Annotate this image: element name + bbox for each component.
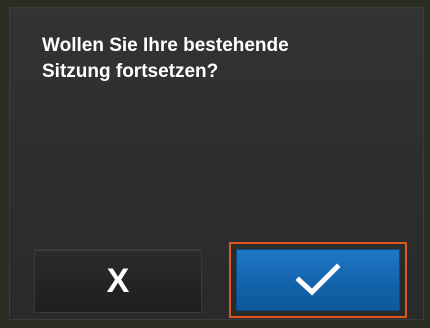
checkmark-icon [295,263,341,296]
dialog-message-line2: Sitzung fortsetzen? [42,61,219,82]
dialog-message: Wollen Sie Ihre bestehende Sitzung forts… [42,33,402,85]
screen-frame: Wollen Sie Ihre bestehende Sitzung forts… [0,0,430,328]
cancel-button[interactable]: X [34,249,202,313]
close-icon: X [106,262,130,300]
dialog-message-line1: Wollen Sie Ihre bestehende [42,35,289,56]
confirm-button[interactable] [236,249,400,311]
